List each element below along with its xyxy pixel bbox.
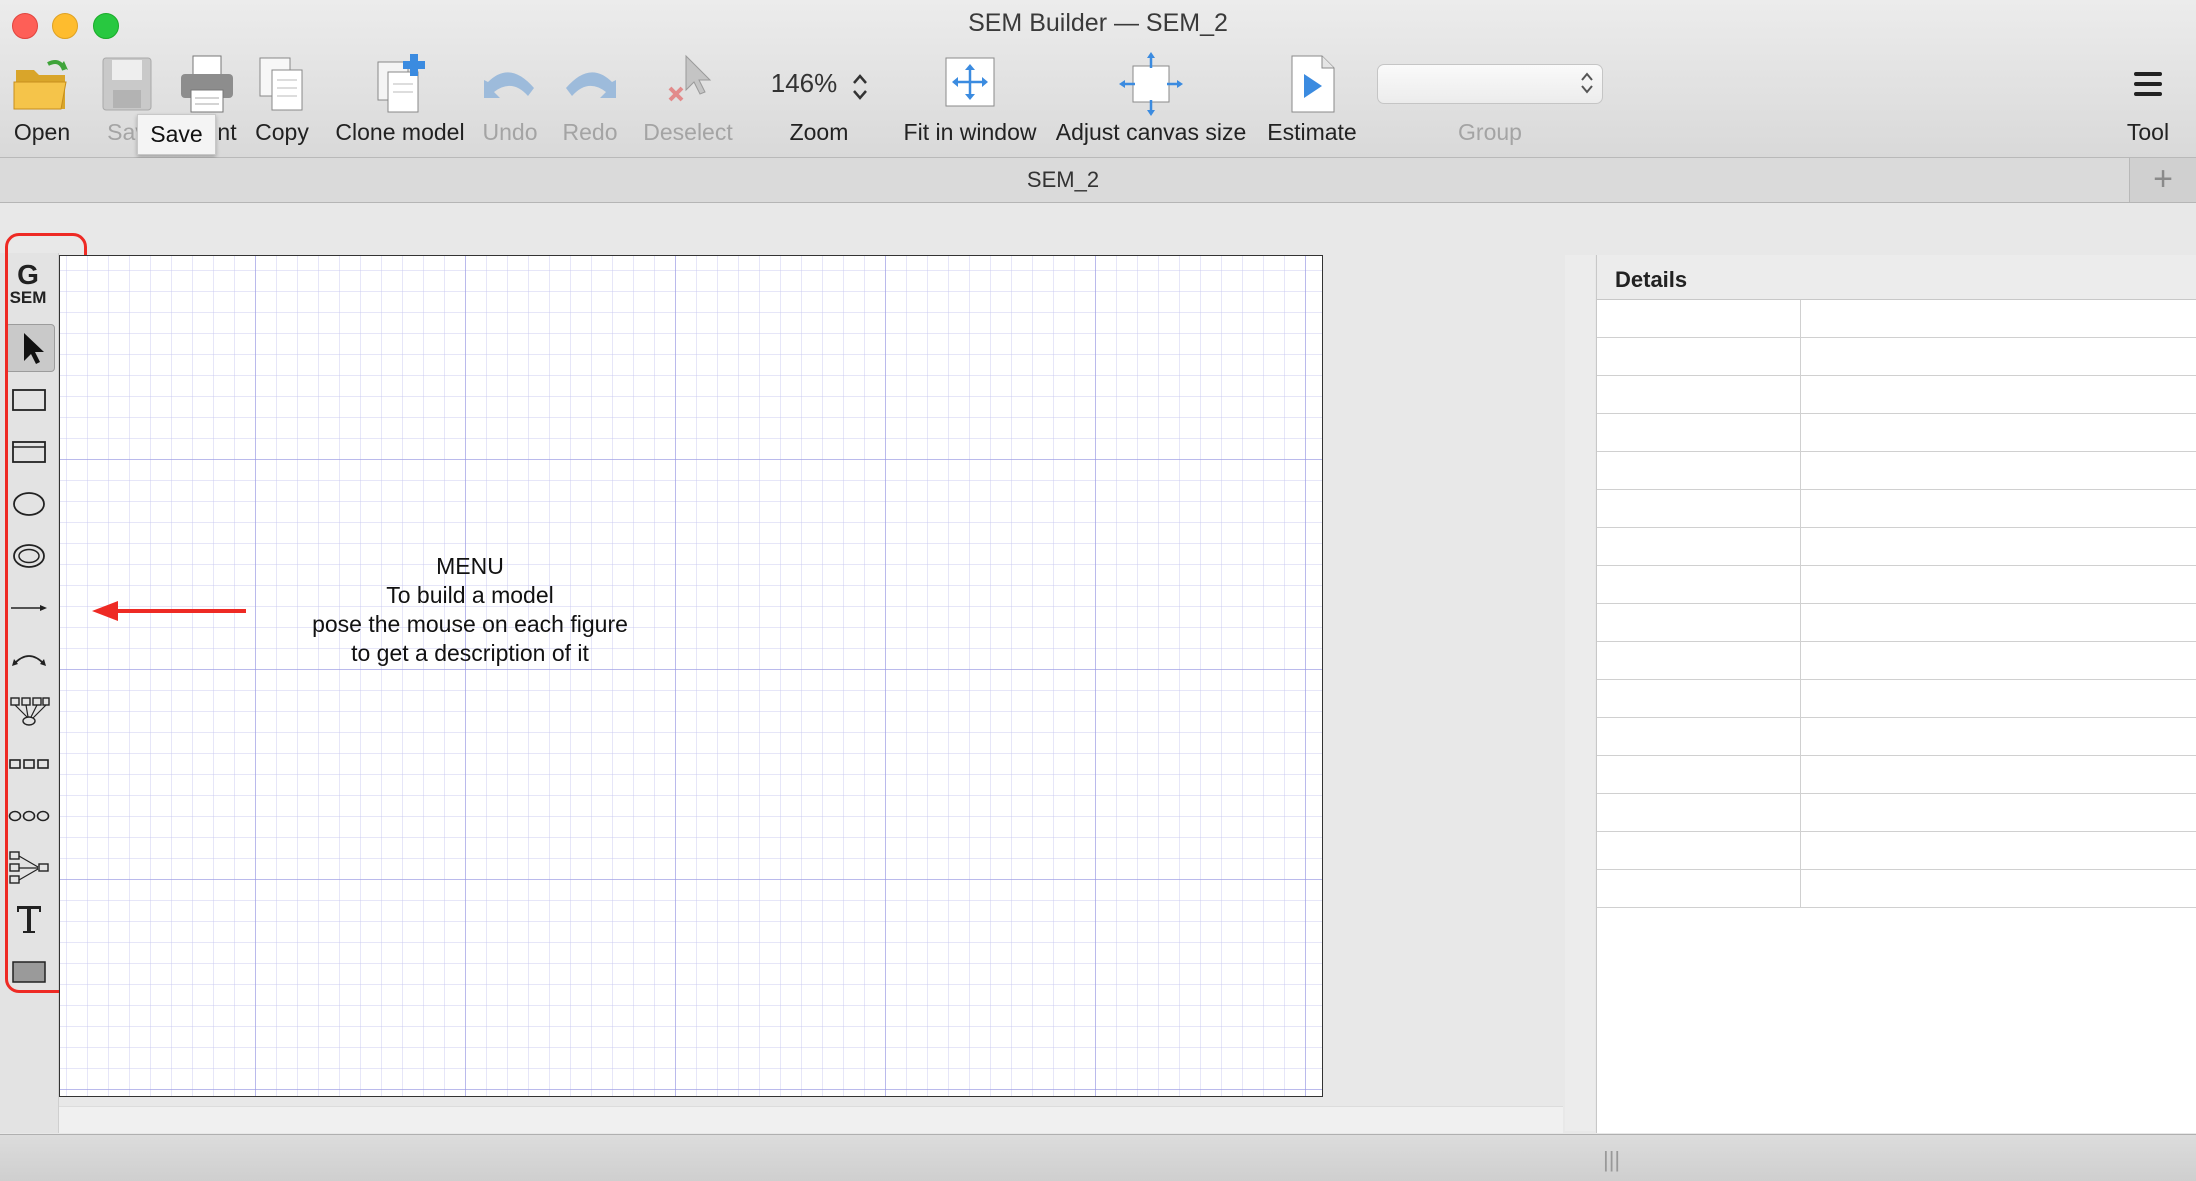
fit-in-window-label: Fit in window <box>903 119 1037 145</box>
details-row[interactable] <box>1597 490 2196 528</box>
save-disk-icon <box>102 57 152 111</box>
details-row[interactable] <box>1597 718 2196 756</box>
details-property-grid <box>1597 300 2196 908</box>
copy-label: Copy <box>255 119 309 145</box>
details-property-cell <box>1597 300 1801 337</box>
estimate-icon <box>1291 55 1335 113</box>
zoom-stepper-icon[interactable] <box>852 72 868 102</box>
details-property-cell <box>1597 376 1801 413</box>
open-button[interactable]: Open <box>0 52 84 152</box>
group-control: Group <box>1440 52 1540 152</box>
tool-label: Tool <box>2126 119 2170 145</box>
fit-window-icon <box>945 57 995 107</box>
details-row[interactable] <box>1597 832 2196 870</box>
details-row[interactable] <box>1597 642 2196 680</box>
details-row[interactable] <box>1597 338 2196 376</box>
copy-button[interactable]: Copy <box>246 52 318 152</box>
save-tooltip: Save <box>137 114 216 155</box>
details-row[interactable] <box>1597 604 2196 642</box>
sem-builder-window: SEM Builder — SEM_2 Open Sav nt Copy Clo… <box>0 0 2196 1181</box>
details-row[interactable] <box>1597 452 2196 490</box>
fit-in-window-button[interactable]: Fit in window <box>898 52 1042 152</box>
redo-label: Redo <box>562 119 618 145</box>
adjust-canvas-size-label: Adjust canvas size <box>1055 119 1247 145</box>
zoom-control[interactable]: 146% Zoom <box>760 52 878 152</box>
redo-button[interactable]: Redo <box>556 52 624 152</box>
details-property-cell <box>1597 756 1801 793</box>
note-line: to get a description of it <box>351 640 589 666</box>
panel-resize-grip-icon[interactable]: ||| <box>1603 1147 1620 1173</box>
adjust-canvas-icon <box>1119 52 1183 116</box>
details-property-cell <box>1597 566 1801 603</box>
document-tab-bar: SEM_2 + <box>0 158 2196 203</box>
tool-menu-button[interactable]: Tool <box>2110 52 2186 152</box>
details-property-cell <box>1597 414 1801 451</box>
add-tab-button[interactable]: + <box>2129 158 2196 202</box>
details-panel: Details <box>1596 255 2196 1133</box>
clone-model-label: Clone model <box>335 119 465 145</box>
details-row[interactable] <box>1597 680 2196 718</box>
zoom-value: 146% <box>770 68 838 98</box>
clone-model-icon <box>377 54 425 113</box>
zoom-label: Zoom <box>789 119 849 145</box>
details-title: Details <box>1615 267 1688 292</box>
group-label: Group <box>1458 119 1522 145</box>
print-label: nt <box>217 119 237 145</box>
details-property-cell <box>1597 794 1801 831</box>
details-row[interactable] <box>1597 376 2196 414</box>
note-line: MENU <box>436 553 504 579</box>
redo-arrow-icon <box>566 72 616 98</box>
details-property-cell <box>1597 642 1801 679</box>
undo-button[interactable]: Undo <box>476 52 544 152</box>
deselect-cursor-icon <box>668 54 712 102</box>
window-title: SEM Builder — SEM_2 <box>968 9 1228 37</box>
tab-sem-2[interactable]: SEM_2 <box>0 158 2126 202</box>
details-property-cell <box>1597 870 1801 907</box>
details-row[interactable] <box>1597 794 2196 832</box>
details-property-cell <box>1597 832 1801 869</box>
status-bar: ||| <box>0 1134 2196 1181</box>
printer-icon <box>181 55 233 113</box>
details-property-cell <box>1597 718 1801 755</box>
details-header: Details <box>1597 255 2196 300</box>
details-property-cell <box>1597 490 1801 527</box>
details-property-cell <box>1597 452 1801 489</box>
details-row[interactable] <box>1597 300 2196 338</box>
details-property-cell <box>1597 680 1801 717</box>
details-property-cell <box>1597 528 1801 565</box>
vertical-scrollbar[interactable] <box>1565 255 1595 1131</box>
annotation-arrow-icon <box>92 601 246 621</box>
deselect-button[interactable]: Deselect <box>636 52 740 152</box>
open-label: Open <box>13 119 71 145</box>
hamburger-menu-icon <box>2134 72 2162 96</box>
estimate-button[interactable]: Estimate <box>1262 52 1362 152</box>
deselect-label: Deselect <box>643 119 733 145</box>
undo-label: Undo <box>482 119 538 145</box>
adjust-canvas-size-button[interactable]: Adjust canvas size <box>1054 52 1248 152</box>
model-canvas[interactable] <box>59 255 1323 1097</box>
details-property-cell <box>1597 604 1801 641</box>
horizontal-scrollbar[interactable] <box>59 1106 1563 1133</box>
copy-icon <box>259 57 303 111</box>
chevron-updown-icon <box>1581 72 1593 94</box>
estimate-label: Estimate <box>1267 119 1357 145</box>
note-line: pose the mouse on each figure <box>312 611 628 637</box>
details-row[interactable] <box>1597 566 2196 604</box>
open-folder-icon <box>13 60 68 110</box>
details-row[interactable] <box>1597 528 2196 566</box>
details-row[interactable] <box>1597 870 2196 908</box>
menu-annotation-note: MENU To build a model pose the mouse on … <box>260 552 680 668</box>
note-line: To build a model <box>386 582 554 608</box>
details-row[interactable] <box>1597 414 2196 452</box>
details-row[interactable] <box>1597 756 2196 794</box>
title-toolbar: SEM Builder — SEM_2 Open Sav nt Copy Clo… <box>0 0 2196 158</box>
clone-model-button[interactable]: Clone model <box>330 52 470 152</box>
details-property-cell <box>1597 338 1801 375</box>
undo-arrow-icon <box>484 72 534 98</box>
